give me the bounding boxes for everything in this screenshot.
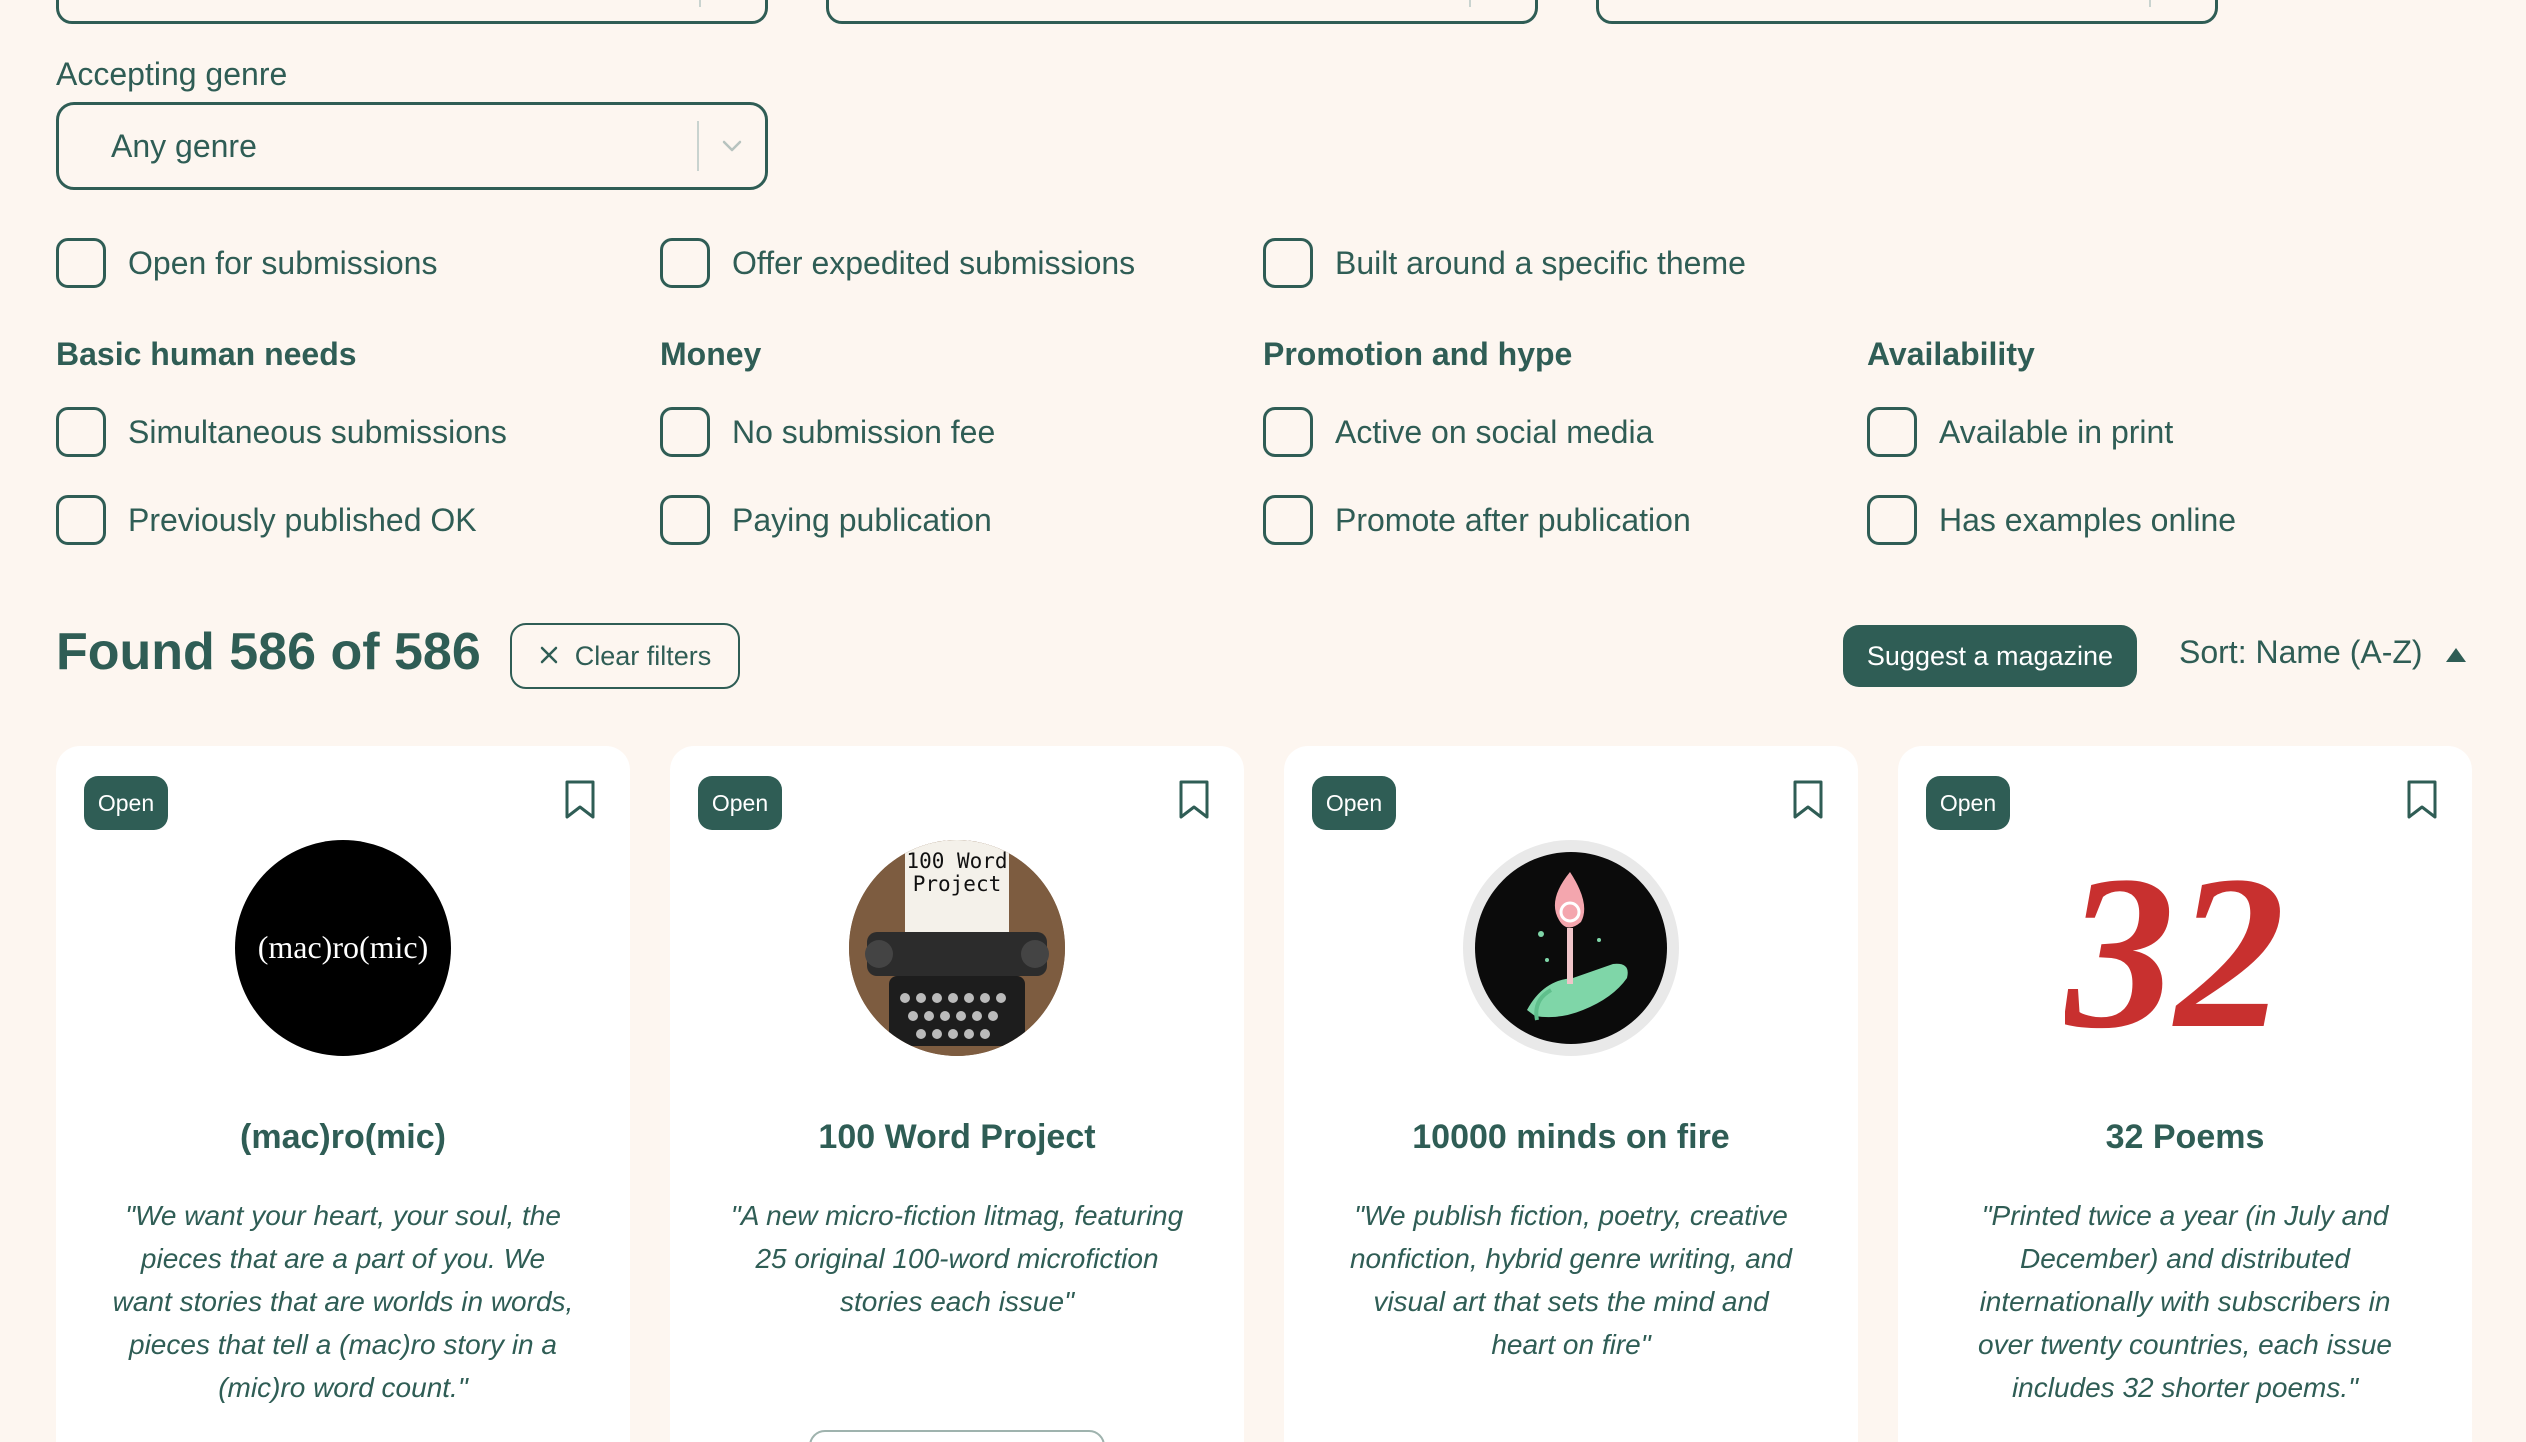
active-social-media-checkbox[interactable]: Active on social media (1263, 407, 1653, 457)
checkbox-box[interactable] (56, 407, 106, 457)
checkbox-box[interactable] (56, 238, 106, 288)
previously-published-checkbox[interactable]: Previously published OK (56, 495, 477, 545)
magazine-description: "Printed twice a year (in July and Decem… (1978, 1200, 2392, 1403)
logo-text: (mac)ro(mic) (258, 929, 429, 965)
triangle-up-icon (2445, 634, 2467, 671)
typewriter-logo: 100 Word Project (849, 840, 1065, 1056)
checkbox-label: Offer expedited submissions (732, 244, 1136, 281)
magazine-card[interactable]: Open (mac)ro(mic) (mac)ro(mic) "We want … (56, 746, 630, 1442)
filter-select-1[interactable] (56, 0, 768, 24)
clear-filters-button[interactable]: Clear filters (510, 623, 740, 689)
checkbox-label: Paying publication (732, 501, 992, 538)
card-action-button[interactable] (809, 1430, 1105, 1442)
magazine-card[interactable]: Open 10000 minds on fire "We publish fic… (1284, 746, 1858, 1442)
has-examples-online-checkbox[interactable]: Has examples online (1867, 495, 2236, 545)
checkbox-box[interactable] (1263, 238, 1313, 288)
magazine-logo: 32 (2065, 840, 2305, 1056)
previous-filter-selects (56, 0, 2256, 24)
checkbox-label: No submission fee (732, 413, 996, 450)
filter-select-2[interactable] (826, 0, 1538, 24)
checkbox-box[interactable] (1867, 407, 1917, 457)
group-heading-promotion: Promotion and hype (1263, 336, 1573, 372)
clear-filters-label: Clear filters (574, 640, 712, 671)
checkbox-label: Has examples online (1939, 501, 2237, 538)
suggest-magazine-button[interactable]: Suggest a magazine (1843, 625, 2137, 687)
sort-label: Sort: Name (A-Z) (2179, 634, 2423, 670)
checkbox-box[interactable] (1867, 495, 1917, 545)
filter-select-3[interactable] (1596, 0, 2218, 24)
specific-theme-checkbox[interactable]: Built around a specific theme (1263, 238, 1746, 288)
magazine-card[interactable]: Open 100 Word Project 100 Word Project "… (670, 746, 1244, 1442)
checkbox-label: Promote after publication (1335, 501, 1691, 538)
sort-dropdown[interactable]: Sort: Name (A-Z) (2179, 634, 2467, 671)
checkbox-box[interactable] (660, 407, 710, 457)
status-badge: Open (1926, 776, 2010, 830)
chevron-down-icon[interactable] (699, 139, 765, 153)
close-icon (539, 641, 559, 672)
checkbox-box[interactable] (660, 495, 710, 545)
checkbox-box[interactable] (660, 238, 710, 288)
logo-text: 32 (2065, 840, 2285, 1056)
expedited-submissions-checkbox[interactable]: Offer expedited submissions (660, 238, 1135, 288)
genre-label: Accepting genre (56, 56, 288, 92)
status-badge: Open (84, 776, 168, 830)
group-heading-money: Money (660, 336, 762, 372)
open-for-submissions-checkbox[interactable]: Open for submissions (56, 238, 437, 288)
checkbox-label: Built around a specific theme (1335, 244, 1746, 281)
bookmark-icon[interactable] (564, 780, 596, 825)
paying-publication-checkbox[interactable]: Paying publication (660, 495, 992, 545)
logo-text: 100 Word Project (906, 850, 1008, 896)
bookmark-icon[interactable] (1792, 780, 1824, 825)
magazine-title[interactable]: 32 Poems (1898, 1118, 2472, 1157)
checkbox-box[interactable] (56, 495, 106, 545)
checkbox-box[interactable] (1263, 495, 1313, 545)
status-badge: Open (1312, 776, 1396, 830)
simultaneous-submissions-checkbox[interactable]: Simultaneous submissions (56, 407, 507, 457)
genre-select-value: Any genre (111, 127, 257, 164)
magazine-description: "We publish fiction, poetry, creative no… (1349, 1200, 1793, 1360)
checkbox-label: Available in print (1939, 413, 2174, 450)
checkbox-box[interactable] (1263, 407, 1313, 457)
checkbox-label: Simultaneous submissions (128, 413, 507, 450)
group-heading-basic-needs: Basic human needs (56, 336, 357, 372)
no-submission-fee-checkbox[interactable]: No submission fee (660, 407, 995, 457)
magazine-card[interactable]: Open 32 32 Poems "Printed twice a year (… (1898, 746, 2472, 1442)
bookmark-icon[interactable] (1178, 780, 1210, 825)
status-badge: Open (698, 776, 782, 830)
magazine-description: "We want your heart, your soul, the piec… (112, 1200, 574, 1403)
available-in-print-checkbox[interactable]: Available in print (1867, 407, 2173, 457)
promote-after-publication-checkbox[interactable]: Promote after publication (1263, 495, 1691, 545)
checkbox-label: Active on social media (1335, 413, 1654, 450)
checkbox-label: Previously published OK (128, 501, 477, 538)
magazine-title[interactable]: (mac)ro(mic) (56, 1118, 630, 1157)
bookmark-icon[interactable] (2406, 780, 2438, 825)
group-heading-availability: Availability (1867, 336, 2035, 372)
results-count: Found 586 of 586 (56, 623, 481, 681)
magazine-logo: (mac)ro(mic) (235, 840, 451, 1056)
magazine-description: "A new micro-fiction litmag, featuring 2… (730, 1200, 1184, 1317)
magazine-title[interactable]: 100 Word Project (670, 1118, 1244, 1157)
genre-select[interactable]: Any genre (56, 102, 768, 190)
checkbox-label: Open for submissions (128, 244, 438, 281)
magazine-title[interactable]: 10000 minds on fire (1284, 1118, 1858, 1157)
hand-match-logo (1463, 840, 1679, 1056)
